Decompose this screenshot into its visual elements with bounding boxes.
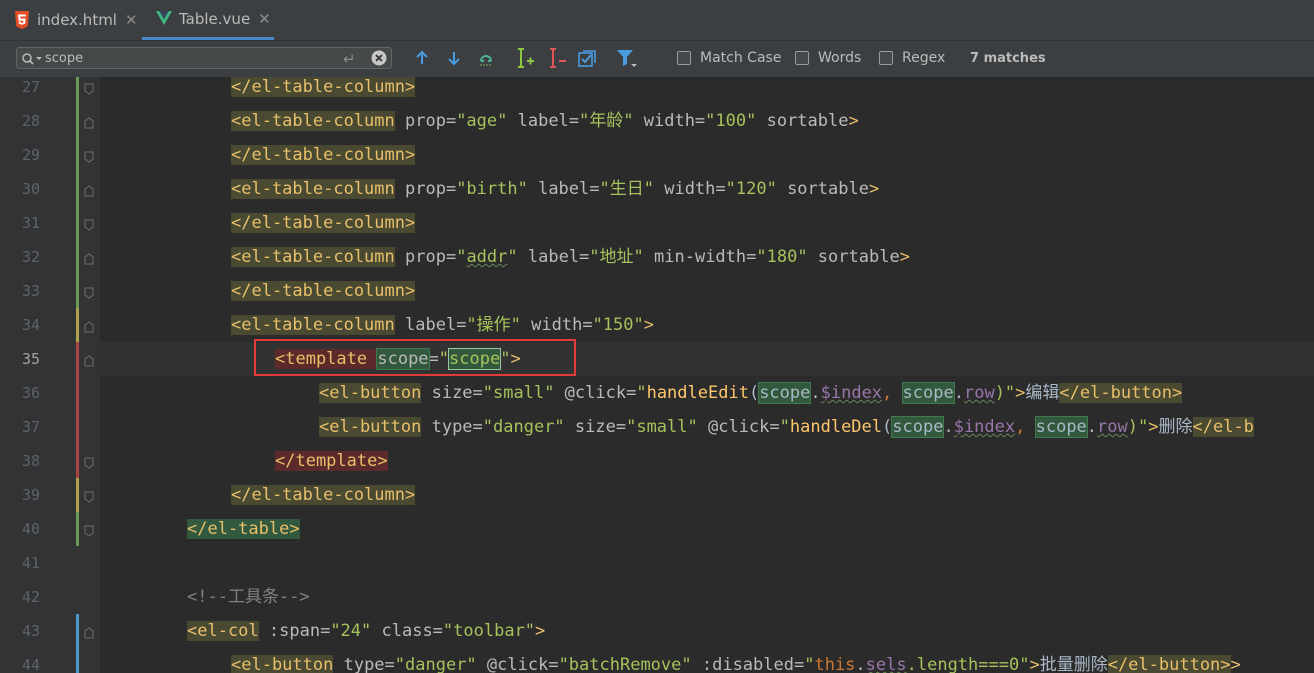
- code-line[interactable]: 27 </el-table-column>: [0, 77, 1314, 104]
- line-number: 42: [21, 588, 40, 606]
- change-marker: [76, 478, 79, 512]
- change-marker: [76, 77, 79, 104]
- fold-icon[interactable]: [84, 284, 94, 299]
- line-number: 36: [21, 384, 40, 402]
- code-line[interactable]: 33 </el-table-column>: [0, 274, 1314, 308]
- close-icon[interactable]: ✕: [125, 11, 138, 29]
- code-line[interactable]: 41: [0, 546, 1314, 580]
- regex-checkbox[interactable]: Regex: [879, 50, 945, 66]
- search-history-icon[interactable]: [21, 51, 43, 70]
- change-marker: [76, 240, 79, 274]
- previous-occurrence-icon[interactable]: [410, 46, 434, 70]
- fold-icon[interactable]: [84, 114, 94, 129]
- words-label: Words: [818, 50, 862, 66]
- code-line[interactable]: 43 <el-col :span="24" class="toolbar">: [0, 614, 1314, 648]
- code-line[interactable]: 38 </template>: [0, 444, 1314, 478]
- line-number: 40: [21, 520, 40, 538]
- change-marker: [76, 138, 79, 172]
- fold-icon[interactable]: [84, 318, 94, 333]
- code-line[interactable]: 32 <el-table-column prop="addr" label="地…: [0, 240, 1314, 274]
- words-checkbox[interactable]: Words: [795, 50, 861, 66]
- match-count: 7 matches: [970, 51, 1046, 66]
- tab-label: index.html: [37, 11, 117, 29]
- add-selection-icon[interactable]: [512, 46, 536, 70]
- fold-icon[interactable]: [84, 182, 94, 197]
- code-line[interactable]: 39 </el-table-column>: [0, 478, 1314, 512]
- fold-icon[interactable]: [84, 148, 94, 163]
- change-marker: [76, 342, 79, 376]
- select-all-occurrences-icon[interactable]: [575, 46, 599, 70]
- match-case-label: Match Case: [700, 50, 782, 66]
- line-number: 41: [21, 554, 40, 572]
- line-number: 33: [21, 282, 40, 300]
- checkbox-box[interactable]: [677, 51, 691, 65]
- code-line[interactable]: 34 <el-table-column label="操作" width="15…: [0, 308, 1314, 342]
- vue-icon: [156, 10, 172, 28]
- change-marker: [76, 512, 79, 546]
- line-number: 32: [21, 248, 40, 266]
- line-number: 38: [21, 452, 40, 470]
- tab-label: Table.vue: [179, 9, 251, 28]
- match-case-checkbox[interactable]: Match Case: [677, 50, 781, 66]
- checkbox-box[interactable]: [795, 51, 809, 65]
- code-line[interactable]: 31 </el-table-column>: [0, 206, 1314, 240]
- new-line-icon[interactable]: ↵: [343, 50, 356, 68]
- change-marker: [76, 376, 79, 410]
- line-number: 43: [21, 622, 40, 640]
- checkbox-box[interactable]: [879, 51, 893, 65]
- line-number: 37: [21, 418, 40, 436]
- code-line[interactable]: 29 </el-table-column>: [0, 138, 1314, 172]
- change-marker: [76, 104, 79, 138]
- code-line-current[interactable]: 35 <template scope="scope">: [0, 342, 1314, 376]
- filter-icon[interactable]: [614, 46, 638, 70]
- remove-selection-icon[interactable]: [544, 46, 568, 70]
- line-number: 28: [21, 112, 40, 130]
- annotation-box: [254, 339, 576, 376]
- fold-icon[interactable]: [84, 454, 94, 469]
- editor-tab-bar: index.html ✕ Table.vue ✕: [0, 0, 1314, 41]
- change-marker: [76, 614, 79, 648]
- line-number: 44: [21, 656, 40, 673]
- code-line[interactable]: 30 <el-table-column prop="birth" label="…: [0, 172, 1314, 206]
- fold-icon[interactable]: [84, 488, 94, 503]
- code-editor[interactable]: 27 </el-table-column> 28 <el-table-colum…: [0, 77, 1314, 673]
- find-all-icon[interactable]: [474, 46, 498, 70]
- find-toolbar: ↵ Match Case Words Regex 7 matches: [0, 41, 1314, 77]
- change-marker: [76, 206, 79, 240]
- search-input[interactable]: [45, 48, 345, 68]
- code-line[interactable]: 44 <el-button type="danger" @click="batc…: [0, 648, 1314, 673]
- line-number: 27: [21, 78, 40, 96]
- line-number: 39: [21, 486, 40, 504]
- change-marker: [76, 172, 79, 206]
- fold-icon[interactable]: [84, 80, 94, 95]
- code-line[interactable]: 40 </el-table>: [0, 512, 1314, 546]
- line-number: 29: [21, 146, 40, 164]
- code-line[interactable]: 37 <el-button type="danger" size="small"…: [0, 410, 1314, 444]
- change-marker: [76, 274, 79, 308]
- fold-icon[interactable]: [84, 624, 94, 639]
- code-line[interactable]: 28 <el-table-column prop="age" label="年龄…: [0, 104, 1314, 138]
- search-field[interactable]: ↵: [16, 47, 392, 69]
- code-line[interactable]: 42 <!--工具条-->: [0, 580, 1314, 614]
- change-marker: [76, 648, 79, 673]
- close-icon[interactable]: ✕: [258, 10, 271, 28]
- line-number: 34: [21, 316, 40, 334]
- clear-search-icon[interactable]: [371, 50, 387, 70]
- fold-icon[interactable]: [84, 522, 94, 537]
- code-line[interactable]: 36 <el-button size="small" @click="handl…: [0, 376, 1314, 410]
- line-number: 35: [21, 350, 40, 368]
- line-number: 31: [21, 214, 40, 232]
- fold-icon[interactable]: [84, 352, 94, 367]
- change-marker: [76, 410, 79, 444]
- fold-icon[interactable]: [84, 216, 94, 231]
- regex-label: Regex: [902, 50, 946, 66]
- next-occurrence-icon[interactable]: [442, 46, 466, 70]
- change-marker: [76, 444, 79, 478]
- tab-index-html[interactable]: index.html ✕: [0, 0, 140, 40]
- tab-table-vue[interactable]: Table.vue ✕: [142, 0, 274, 40]
- line-number: 30: [21, 180, 40, 198]
- fold-icon[interactable]: [84, 250, 94, 265]
- html5-icon: [14, 11, 30, 29]
- change-marker: [76, 308, 79, 342]
